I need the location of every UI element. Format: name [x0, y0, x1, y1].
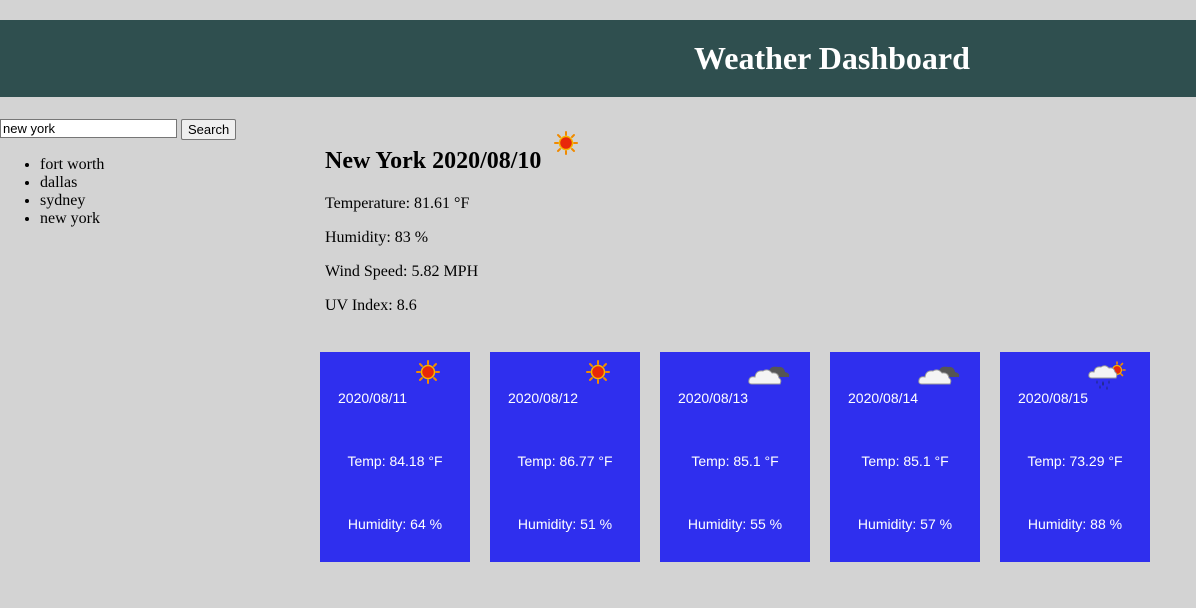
- sun-icon: [586, 360, 610, 384]
- forecast-card: 2020/08/13 Temp: 85.1 °F Humidity: 55 %: [660, 352, 810, 562]
- current-humidity: Humidity: 83 %: [325, 229, 429, 246]
- history-item-sydney[interactable]: sydney: [40, 192, 104, 210]
- forecast-date: 2020/08/15: [1018, 390, 1089, 406]
- history-item-new-york[interactable]: new york: [40, 210, 104, 228]
- header-bar: Weather Dashboard: [0, 20, 1196, 97]
- forecast-date: 2020/08/12: [508, 390, 579, 406]
- forecast-date: 2020/08/14: [848, 390, 919, 406]
- forecast-card: 2020/08/12 Temp: 86.77 °F Humidity: 51 %: [490, 352, 640, 562]
- forecast-humidity: Humidity: 51 %: [517, 516, 613, 532]
- sun-icon: [554, 131, 578, 155]
- history-item-fort-worth[interactable]: fort worth: [40, 156, 104, 174]
- search-button[interactable]: Search: [181, 119, 237, 140]
- current-uv-index: UV Index: 8.6: [325, 297, 417, 314]
- forecast-humidity: Humidity: 57 %: [857, 516, 953, 532]
- current-city-date: New York 2020/08/10: [325, 148, 542, 174]
- current-wind-speed: Wind Speed: 5.82 MPH: [325, 263, 479, 280]
- forecast-temp: Temp: 73.29 °F: [1027, 453, 1123, 469]
- rain-sun-icon: [1088, 361, 1126, 390]
- search-history-list: fort worth dallas sydney new york: [0, 156, 104, 228]
- forecast-temp: Temp: 84.18 °F: [347, 453, 443, 469]
- cloudy-icon: [748, 366, 790, 385]
- history-item-dallas[interactable]: dallas: [40, 174, 104, 192]
- forecast-card: 2020/08/11 Temp: 84.18 °F Humidity: 64 %: [320, 352, 470, 562]
- search-input[interactable]: [0, 119, 177, 138]
- forecast-humidity: Humidity: 64 %: [347, 516, 443, 532]
- forecast-card: 2020/08/14 Temp: 85.1 °F Humidity: 57 %: [830, 352, 980, 562]
- page-title: Weather Dashboard: [694, 40, 970, 76]
- forecast-temp: Temp: 85.1 °F: [691, 453, 779, 469]
- forecast-date: 2020/08/11: [338, 390, 408, 406]
- forecast-temp: Temp: 86.77 °F: [517, 453, 613, 469]
- forecast-humidity: Humidity: 55 %: [687, 516, 783, 532]
- forecast-temp: Temp: 85.1 °F: [861, 453, 949, 469]
- forecast-date: 2020/08/13: [678, 390, 749, 406]
- forecast-humidity: Humidity: 88 %: [1027, 516, 1123, 532]
- current-temperature: Temperature: 81.61 °F: [325, 195, 470, 212]
- sun-icon: [416, 360, 440, 384]
- forecast-card: 2020/08/15 Temp: 73.29 °F Humidity: 88 %: [1000, 352, 1150, 562]
- cloudy-icon: [918, 366, 960, 385]
